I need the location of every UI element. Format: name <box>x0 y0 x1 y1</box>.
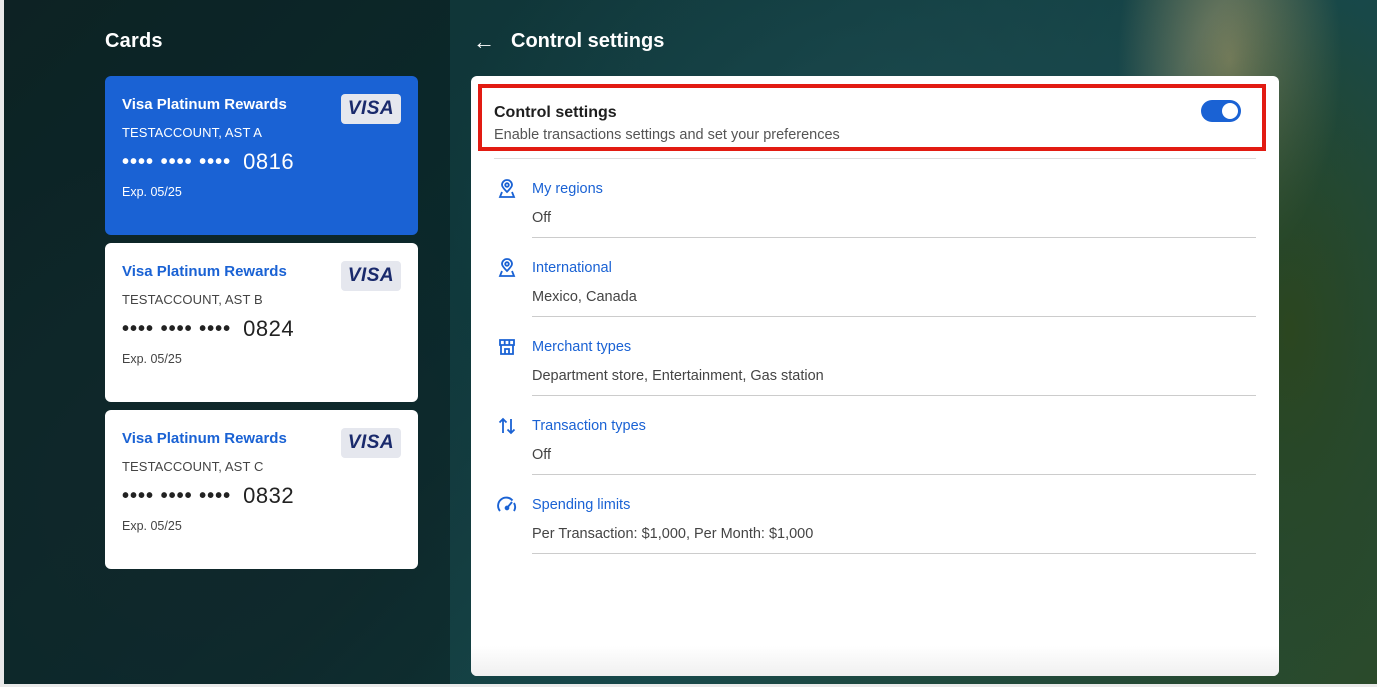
control-settings-panel: Control settings Enable transactions set… <box>471 76 1279 676</box>
setting-value: Off <box>532 447 552 463</box>
setting-row-merchant-types[interactable]: Merchant types Department store, Enterta… <box>491 317 1256 396</box>
setting-row-my-regions[interactable]: My regions Off <box>491 159 1256 238</box>
card-last4: 0816 <box>243 149 295 174</box>
card-expiry: Exp. 05/25 <box>122 352 182 366</box>
card-last4: 0824 <box>243 316 295 341</box>
card-item-0824[interactable]: Visa Platinum Rewards VISA TESTACCOUNT, … <box>105 243 418 402</box>
card-item-0832[interactable]: Visa Platinum Rewards VISA TESTACCOUNT, … <box>105 410 418 569</box>
location-pin-icon <box>497 258 517 278</box>
card-item-0816[interactable]: Visa Platinum Rewards VISA TESTACCOUNT, … <box>105 76 418 235</box>
card-number: •••• •••• •••• 0824 <box>122 316 401 342</box>
card-holder: TESTACCOUNT, AST C <box>122 459 264 474</box>
card-expiry: Exp. 05/25 <box>122 185 182 199</box>
card-number-mask: •••• •••• •••• <box>122 317 232 340</box>
card-number-mask: •••• •••• •••• <box>122 484 232 507</box>
setting-value: Mexico, Canada <box>532 289 637 305</box>
setting-label: International <box>532 260 612 276</box>
control-settings-subtitle: Enable transactions settings and set you… <box>494 127 840 143</box>
setting-label: My regions <box>532 181 603 197</box>
speedometer-icon <box>497 495 517 515</box>
card-last4: 0832 <box>243 483 295 508</box>
control-settings-title: Control settings <box>494 104 617 121</box>
setting-value: Off <box>532 210 552 226</box>
window-edge <box>0 0 4 687</box>
setting-label: Merchant types <box>532 339 632 355</box>
toggle-knob <box>1222 103 1238 119</box>
setting-row-international[interactable]: International Mexico, Canada <box>491 238 1256 317</box>
row-divider <box>532 553 1256 554</box>
card-number: •••• •••• •••• 0816 <box>122 149 401 175</box>
page-title: Control settings <box>511 30 665 52</box>
card-holder: TESTACCOUNT, AST B <box>122 292 263 307</box>
cards-heading: Cards <box>105 30 163 52</box>
setting-value: Department store, Entertainment, Gas sta… <box>532 368 824 384</box>
visa-logo: VISA <box>341 94 401 124</box>
visa-logo: VISA <box>341 428 401 458</box>
visa-logo: VISA <box>341 261 401 291</box>
card-number: •••• •••• •••• 0832 <box>122 483 401 509</box>
setting-label: Spending limits <box>532 497 631 513</box>
card-number-mask: •••• •••• •••• <box>122 150 232 173</box>
setting-row-transaction-types[interactable]: Transaction types Off <box>491 396 1256 475</box>
page-header: ← Control settings <box>473 30 664 53</box>
card-holder: TESTACCOUNT, AST A <box>122 125 263 140</box>
swap-vertical-icon <box>497 416 517 436</box>
back-arrow-icon[interactable]: ← <box>473 30 495 53</box>
location-pin-icon <box>497 179 517 199</box>
setting-label: Transaction types <box>532 418 646 434</box>
setting-value: Per Transaction: $1,000, Per Month: $1,0… <box>532 526 814 542</box>
storefront-icon <box>497 337 517 357</box>
panel-bottom-fade <box>471 646 1279 676</box>
setting-row-spending-limits[interactable]: Spending limits Per Transaction: $1,000,… <box>491 475 1256 554</box>
card-expiry: Exp. 05/25 <box>122 519 182 533</box>
control-settings-toggle[interactable] <box>1201 100 1241 122</box>
